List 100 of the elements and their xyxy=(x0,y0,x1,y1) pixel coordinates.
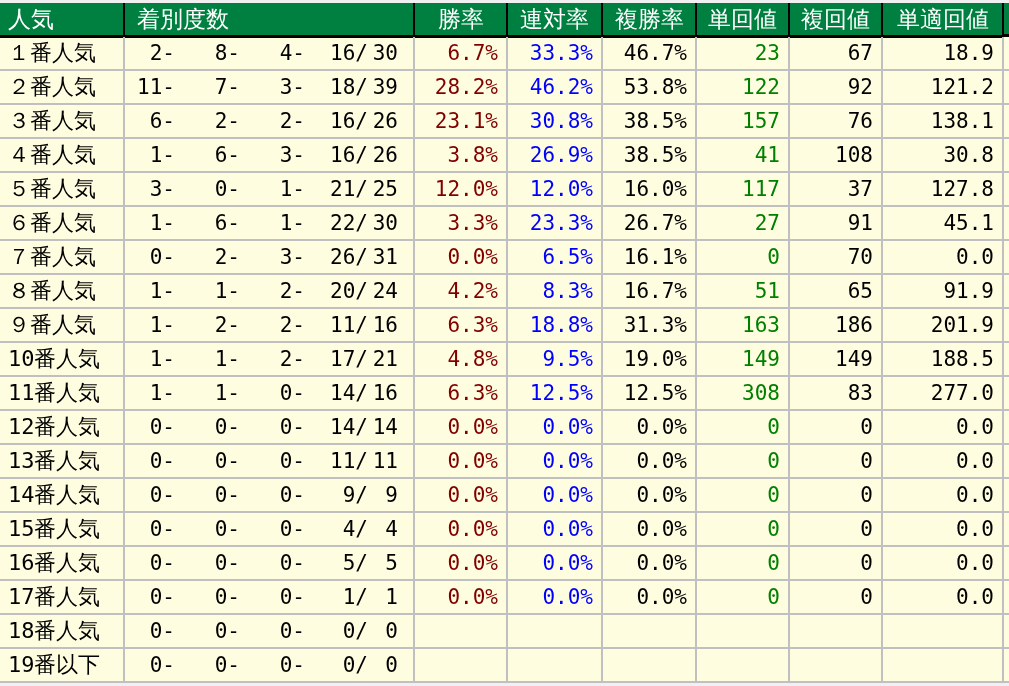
record-count: 0- xyxy=(148,245,175,269)
table-cell: 38.5% xyxy=(603,105,697,139)
table-cell: 18.8% xyxy=(508,309,603,343)
row-label: 11番人気 xyxy=(0,377,125,411)
table-cell: 0.0% xyxy=(603,411,697,445)
table-cell: 127.8 xyxy=(883,173,1004,207)
table-cell: 163 xyxy=(697,309,790,343)
record-count: 0- xyxy=(213,483,240,507)
table-cell: 0.0% xyxy=(603,581,697,615)
table-cell: 53.8% xyxy=(603,71,697,105)
table-cell: 0 xyxy=(697,479,790,513)
table-cell: 18.9 xyxy=(883,37,1004,71)
table-cell: 30.8% xyxy=(508,105,603,139)
row-label: 13番人気 xyxy=(0,445,125,479)
table-cell: 6.5% xyxy=(508,241,603,275)
table-cell: 91.9 xyxy=(883,275,1004,309)
record-count: 1- xyxy=(213,381,240,405)
record-count: 14 xyxy=(371,415,398,439)
record-count: 11/ xyxy=(329,449,368,473)
table-cell: 0.0% xyxy=(415,445,508,479)
record-count: 0 xyxy=(384,653,398,677)
record-count: 1- xyxy=(278,211,305,235)
record-count: 0- xyxy=(213,653,240,677)
record-count: 6- xyxy=(213,143,240,167)
record-count: 0- xyxy=(148,653,175,677)
record-count: 21 xyxy=(371,347,398,371)
record-count: 1- xyxy=(148,143,175,167)
table-cell: 0.0% xyxy=(603,479,697,513)
record-count: 26/ xyxy=(329,245,368,269)
record-count: 2- xyxy=(213,245,240,269)
table-cell: 0.0% xyxy=(603,547,697,581)
row-label: ３番人気 xyxy=(0,105,125,139)
table-cell: 3.3% xyxy=(415,207,508,241)
table-cell: 0.0% xyxy=(508,479,603,513)
table-cell: 121.2 xyxy=(883,71,1004,105)
record-count: 5 xyxy=(384,551,398,575)
record-count: 1- xyxy=(148,381,175,405)
table-cell: 51 xyxy=(697,275,790,309)
record-count: 39 xyxy=(371,75,398,99)
table-cell: 6.3% xyxy=(415,377,508,411)
table-cell: 31.3% xyxy=(603,309,697,343)
table-cell: 0.0% xyxy=(415,241,508,275)
row-label: 12番人気 xyxy=(0,411,125,445)
column-header: 複勝率 xyxy=(603,3,697,38)
record-count: 14/ xyxy=(329,381,368,405)
table-cell: 46.7% xyxy=(603,37,697,71)
column-header: 単適回値 xyxy=(883,3,1004,38)
table-cell: 0 xyxy=(790,547,883,581)
record-count: 16 xyxy=(371,313,398,337)
record-count: 0- xyxy=(278,483,305,507)
record-count: 8- xyxy=(213,41,240,65)
table-cell: 19.0% xyxy=(603,343,697,377)
table-cell: 12.5% xyxy=(603,377,697,411)
record-count: 2- xyxy=(278,347,305,371)
record-count: 16/ xyxy=(329,143,368,167)
table-cell: 70 xyxy=(790,241,883,275)
table-cell: 0 xyxy=(697,513,790,547)
table-cell: 0.0% xyxy=(603,445,697,479)
record-count: 3- xyxy=(148,177,175,201)
record-count: 1 xyxy=(384,585,398,609)
row-label: 18番人気 xyxy=(0,615,125,649)
table-cell: 0.0% xyxy=(508,547,603,581)
row-label: ８番人気 xyxy=(0,275,125,309)
table-cell: 37 xyxy=(790,173,883,207)
table-cell: 23.3% xyxy=(508,207,603,241)
table-cell: 23 xyxy=(697,37,790,71)
record-count: 0- xyxy=(278,551,305,575)
table-cell: 0.0 xyxy=(883,479,1004,513)
row-label: 14番人気 xyxy=(0,479,125,513)
table-cell: 0 xyxy=(790,479,883,513)
table-cell: 0.0% xyxy=(603,513,697,547)
row-label: 19番以下 xyxy=(0,649,125,683)
record-count: 1- xyxy=(278,177,305,201)
record-count: 2- xyxy=(148,41,175,65)
record-count: 11/ xyxy=(329,313,368,337)
table-cell: 0 xyxy=(697,411,790,445)
table-cell: 108 xyxy=(790,139,883,173)
column-header: 連対率 xyxy=(508,3,603,38)
table-cell: 26.7% xyxy=(603,207,697,241)
table-cell: 26.9% xyxy=(508,139,603,173)
table-cell: 16.0% xyxy=(603,173,697,207)
table-cell: 0.0 xyxy=(883,547,1004,581)
table-cell: 0.0% xyxy=(508,581,603,615)
table-cell: 0 xyxy=(697,445,790,479)
table-cell: 8.3% xyxy=(508,275,603,309)
record-count: 14/ xyxy=(329,415,368,439)
row-label: ５番人気 xyxy=(0,173,125,207)
record-count: 2- xyxy=(213,109,240,133)
record-count: 26 xyxy=(371,143,398,167)
record-count: 0- xyxy=(148,517,175,541)
table-cell: 0.0 xyxy=(883,513,1004,547)
table-cell: 0.0% xyxy=(415,411,508,445)
table-cell: 45.1 xyxy=(883,207,1004,241)
record-count: 1- xyxy=(213,347,240,371)
record-count: 0- xyxy=(213,619,240,643)
record-count: 4 xyxy=(384,517,398,541)
table-cell: 0 xyxy=(790,445,883,479)
record-count: 3- xyxy=(278,143,305,167)
record-count: 25 xyxy=(371,177,398,201)
column-header: 勝率 xyxy=(415,3,508,38)
